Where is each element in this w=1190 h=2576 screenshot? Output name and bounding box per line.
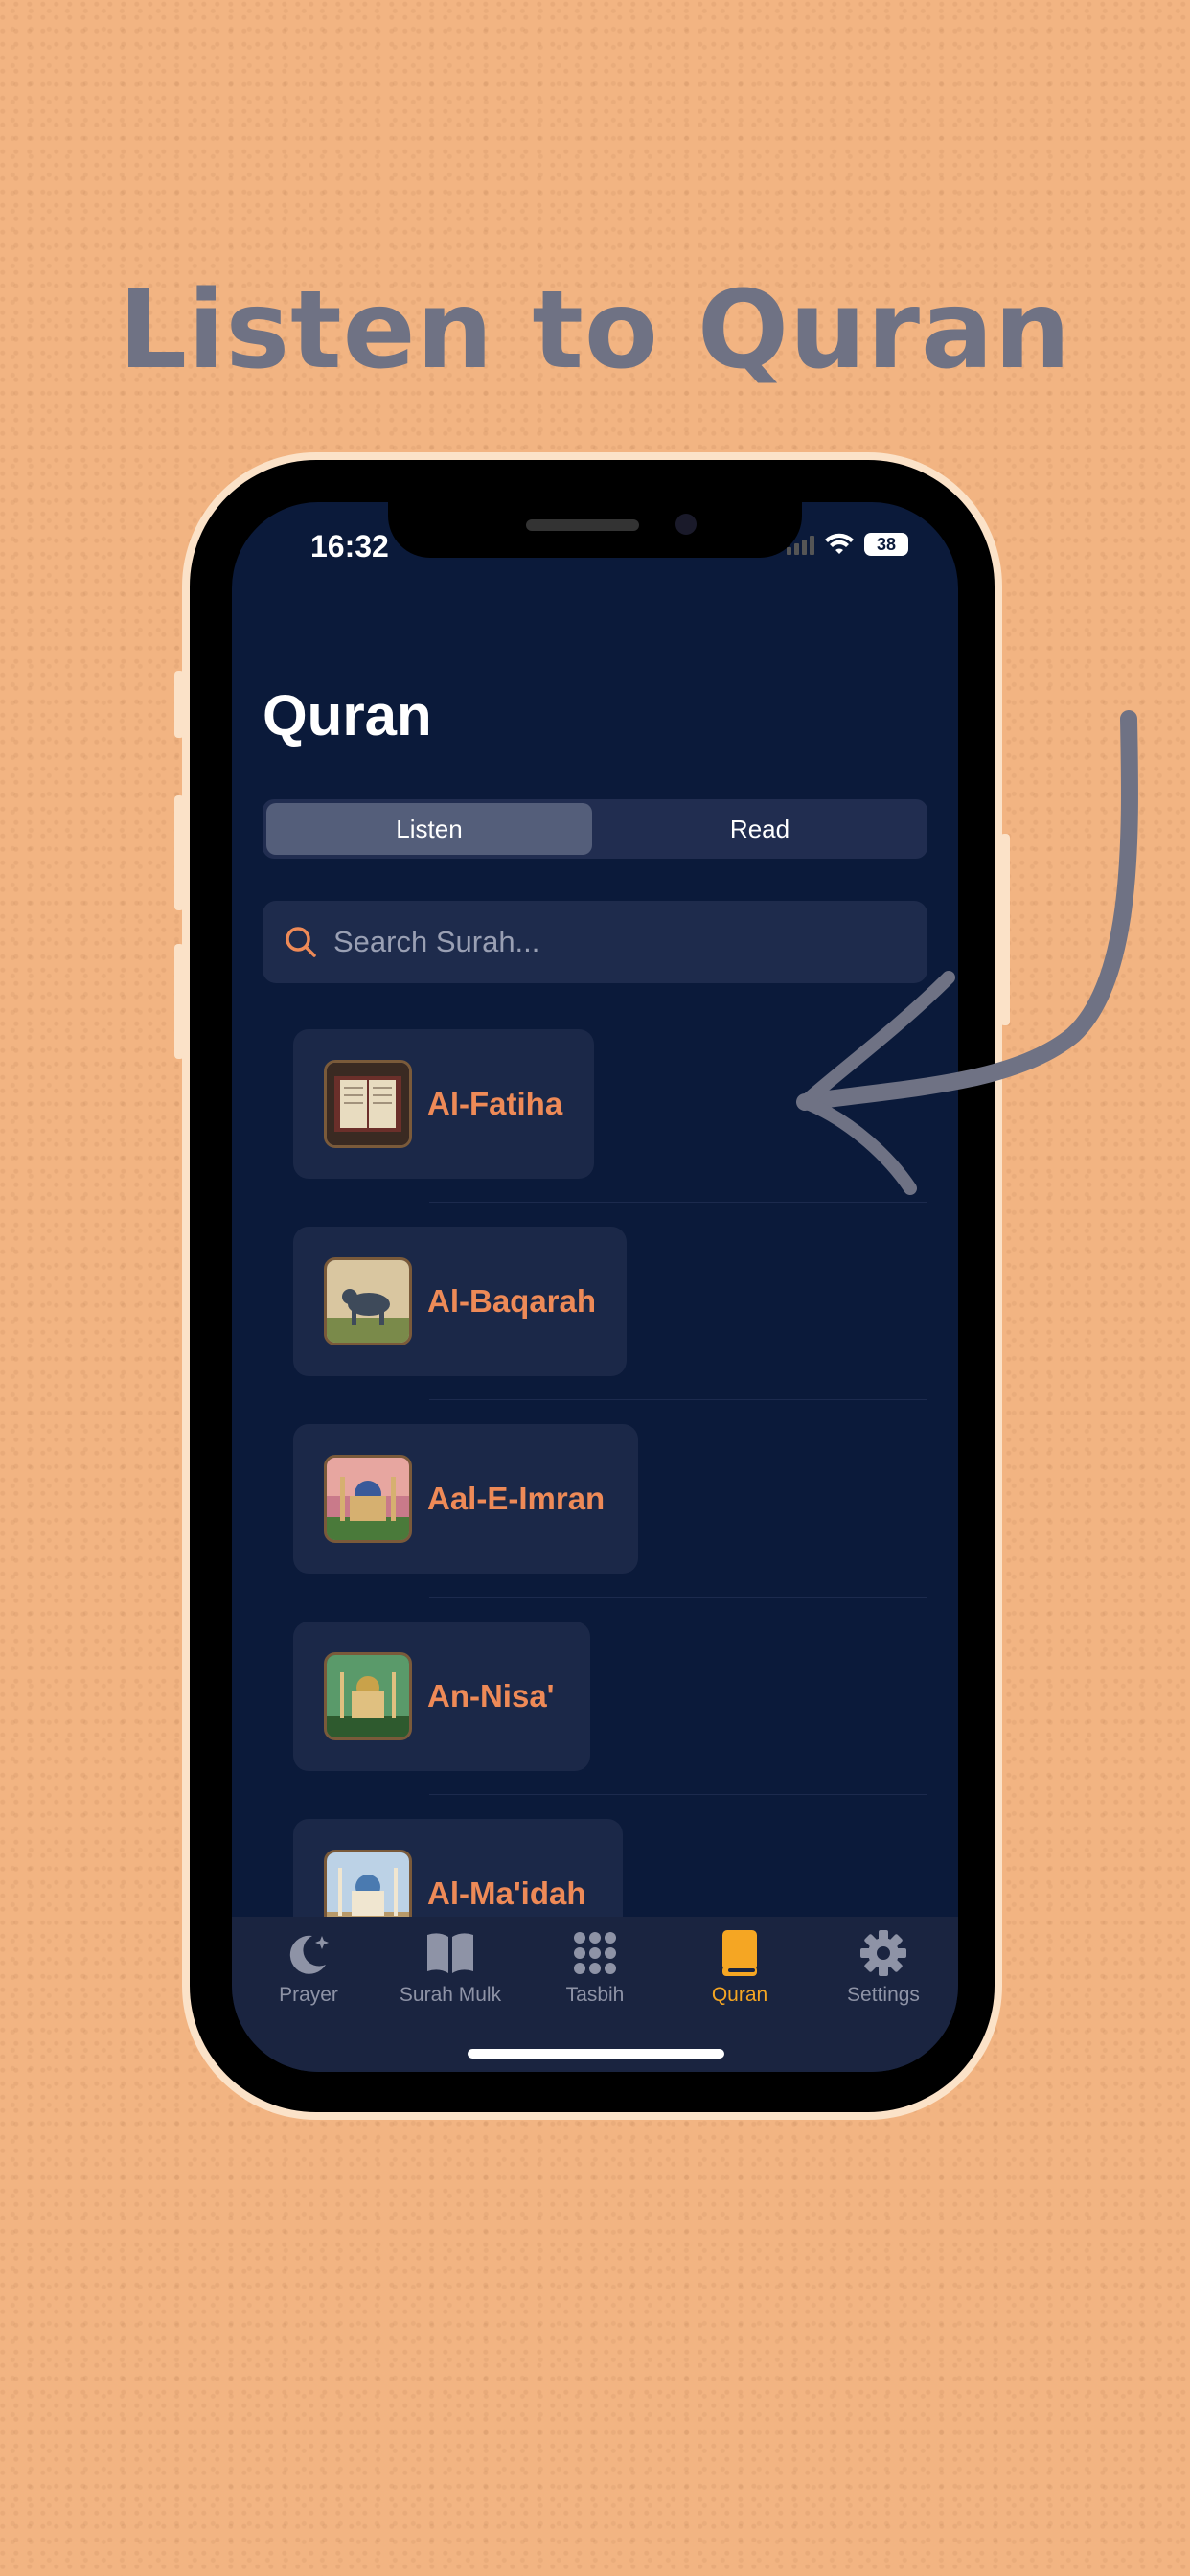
curved-arrow-icon xyxy=(796,710,1138,1195)
book-icon xyxy=(722,1930,757,1976)
surah-thumbnail xyxy=(324,1060,412,1148)
surah-name: An-Nisa' xyxy=(427,1678,555,1714)
book-open-icon xyxy=(427,1933,473,1973)
surah-thumbnail xyxy=(324,1652,412,1740)
volume-down-button xyxy=(174,944,184,1059)
segment-listen[interactable]: Listen xyxy=(266,803,592,855)
tab-settings[interactable]: Settings xyxy=(816,1926,950,2007)
mute-switch xyxy=(174,671,184,738)
surah-card[interactable]: Al-Baqarah xyxy=(293,1227,627,1376)
status-icons: 38 xyxy=(787,533,908,556)
home-indicator xyxy=(468,2049,724,2058)
surah-card[interactable]: An-Nisa' xyxy=(293,1622,590,1771)
tab-label: Quran xyxy=(711,1984,768,2006)
tab-prayer[interactable]: Prayer xyxy=(241,1926,376,2007)
surah-thumbnail xyxy=(324,1455,412,1543)
surah-card[interactable]: Aal-E-Imran xyxy=(293,1424,638,1574)
notch xyxy=(388,502,802,558)
tab-quran[interactable]: Quran xyxy=(673,1926,807,2007)
gear-icon xyxy=(860,1930,906,1976)
tab-label: Prayer xyxy=(279,1984,338,2006)
wifi-icon xyxy=(825,533,854,554)
tab-label: Settings xyxy=(847,1984,920,2006)
tab-surah-mulk[interactable]: Surah Mulk xyxy=(383,1926,517,2007)
headline: Listen to Quran xyxy=(118,268,1072,393)
volume-up-button xyxy=(174,795,184,910)
front-camera xyxy=(675,514,697,535)
cellular-signal-icon xyxy=(787,534,814,555)
divider xyxy=(429,1597,927,1598)
tab-label: Surah Mulk xyxy=(399,1984,502,2006)
surah-card[interactable]: Al-Fatiha xyxy=(293,1029,594,1179)
page-title: Quran xyxy=(263,683,432,748)
divider xyxy=(429,1794,927,1795)
surah-name: Al-Ma'idah xyxy=(427,1875,586,1911)
surah-name: Aal-E-Imran xyxy=(427,1481,606,1516)
surah-name: Al-Baqarah xyxy=(427,1283,597,1319)
battery-icon: 38 xyxy=(864,533,908,556)
dots-grid-icon xyxy=(574,1932,616,1974)
status-time: 16:32 xyxy=(310,529,389,564)
search-icon xyxy=(286,927,316,957)
earpiece-speaker xyxy=(526,519,639,531)
surah-thumbnail xyxy=(324,1257,412,1346)
tab-tasbih[interactable]: Tasbih xyxy=(528,1926,662,2007)
moon-stars-icon xyxy=(289,1935,329,1974)
tab-label: Tasbih xyxy=(565,1984,625,2006)
surah-name: Al-Fatiha xyxy=(427,1086,563,1121)
divider xyxy=(429,1399,927,1400)
